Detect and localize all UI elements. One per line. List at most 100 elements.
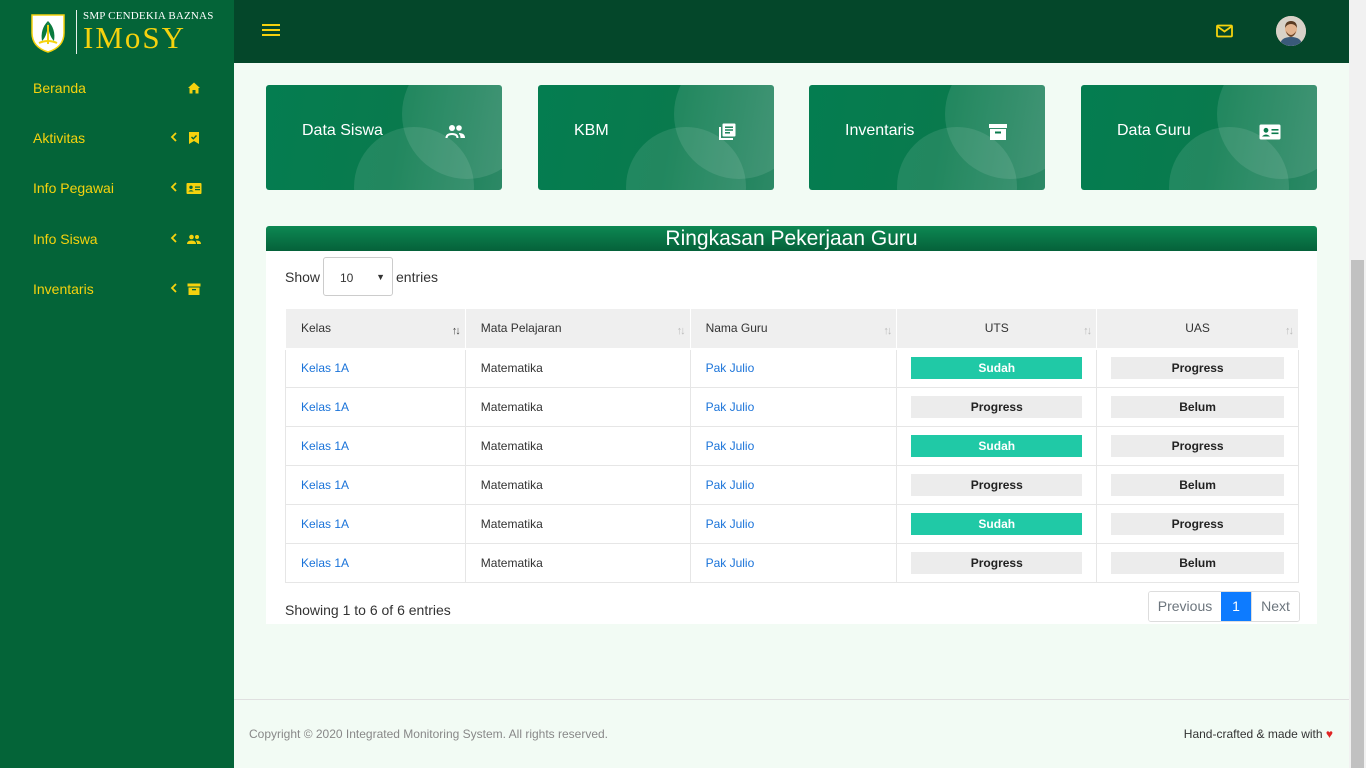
hamburger-menu-icon[interactable] xyxy=(262,24,280,38)
uas-status-badge: Belum xyxy=(1111,474,1284,496)
sort-icon: ↑↓ xyxy=(883,325,892,337)
sidebar-item-inventaris[interactable]: Inventaris xyxy=(0,274,234,304)
table-row: Kelas 1A Matematika Pak Julio Sudah Prog… xyxy=(285,426,1299,466)
home-icon xyxy=(186,80,202,96)
chevron-left-icon xyxy=(170,231,178,245)
uts-status-badge: Sudah xyxy=(911,357,1083,380)
mata-pelajaran-cell: Matematika xyxy=(464,387,691,427)
card-data-guru[interactable]: Data Guru xyxy=(1081,85,1317,190)
teacher-work-table: Kelas ↑↓ Mata Pelajaran ↑↓ Nama Guru ↑↓ UTS… xyxy=(285,308,1299,583)
uas-status-badge: Belum xyxy=(1111,396,1284,418)
column-header-kelas[interactable]: Kelas ↑↓ xyxy=(285,308,466,350)
card-title: KBM xyxy=(574,122,609,139)
next-page-button[interactable]: Next xyxy=(1251,592,1299,621)
app-name: IMoSY xyxy=(83,20,187,55)
sort-icon: ↑↓ xyxy=(1285,325,1294,337)
library-books-icon xyxy=(716,123,738,141)
archive-icon xyxy=(987,123,1009,141)
table-row: Kelas 1A Matematika Pak Julio Progress B… xyxy=(285,543,1299,583)
table-row: Kelas 1A Matematika Pak Julio Progress B… xyxy=(285,465,1299,505)
card-kbm[interactable]: KBM xyxy=(538,85,774,190)
column-header-mata-pelajaran[interactable]: Mata Pelajaran ↑↓ xyxy=(464,308,691,350)
sort-icon: ↑↓ xyxy=(676,325,686,337)
sidebar-item-label: Aktivitas xyxy=(33,130,86,146)
uts-status-badge: Sudah xyxy=(911,435,1083,457)
top-bar xyxy=(234,0,1349,63)
kelas-link[interactable]: Kelas 1A xyxy=(285,426,466,466)
sidebar-item-label: Info Pegawai xyxy=(33,180,114,196)
brand[interactable]: SMP CENDEKIA BAZNAS IMoSY xyxy=(0,0,234,63)
sidebar-item-info-pegawai[interactable]: Info Pegawai xyxy=(0,173,234,203)
user-avatar[interactable] xyxy=(1276,16,1306,46)
kelas-link[interactable]: Kelas 1A xyxy=(285,465,466,505)
uas-status-badge: Progress xyxy=(1111,435,1284,457)
panel-title: Ringkasan Pekerjaan Guru xyxy=(266,226,1317,251)
copyright-text: Copyright © 2020 Integrated Monitoring S… xyxy=(249,727,609,741)
people-icon xyxy=(186,231,202,247)
nama-guru-link[interactable]: Pak Julio xyxy=(689,426,898,466)
entries-label: entries xyxy=(396,269,439,285)
column-header-uts[interactable]: UTS ↑↓ xyxy=(896,308,1098,350)
sidebar-item-label: Beranda xyxy=(33,80,86,96)
mail-icon[interactable] xyxy=(1216,24,1233,38)
column-header-uas[interactable]: UAS ↑↓ xyxy=(1096,308,1299,350)
uts-status-badge: Progress xyxy=(911,396,1083,418)
mata-pelajaran-cell: Matematika xyxy=(464,543,691,583)
panel-body: Show 10 ▼ entries Kelas ↑↓ Mata Pelajaran… xyxy=(266,251,1317,624)
table-row: Kelas 1A Matematika Pak Julio Progress B… xyxy=(285,387,1299,427)
mata-pelajaran-cell: Matematika xyxy=(464,426,691,466)
sort-icon: ↑↓ xyxy=(1083,325,1092,337)
id-card-icon xyxy=(1259,123,1281,141)
chevron-left-icon xyxy=(170,281,178,295)
uts-status-badge: Progress xyxy=(911,552,1083,574)
nama-guru-link[interactable]: Pak Julio xyxy=(689,348,898,388)
show-label: Show xyxy=(285,269,321,285)
kelas-link[interactable]: Kelas 1A xyxy=(285,543,466,583)
dropdown-arrow-icon: ▼ xyxy=(376,272,385,282)
card-title: Data Siswa xyxy=(302,122,383,139)
school-logo-icon xyxy=(30,11,66,53)
sidebar-item-info-siswa[interactable]: Info Siswa xyxy=(0,224,234,254)
uas-status-badge: Progress xyxy=(1111,513,1284,535)
heart-icon: ♥ xyxy=(1325,727,1333,741)
card-inventaris[interactable]: Inventaris xyxy=(809,85,1045,190)
table-header-row: Kelas ↑↓ Mata Pelajaran ↑↓ Nama Guru ↑↓ UTS… xyxy=(285,308,1299,350)
card-title: Data Guru xyxy=(1117,122,1191,139)
scrollbar-thumb[interactable] xyxy=(1351,260,1364,768)
uts-status-badge: Progress xyxy=(911,474,1083,496)
sidebar-item-label: Info Siswa xyxy=(33,231,98,247)
pagination: Previous 1 Next xyxy=(1148,591,1300,622)
card-data-siswa[interactable]: Data Siswa xyxy=(266,85,502,190)
table-info: Showing 1 to 6 of 6 entries xyxy=(285,602,451,618)
nama-guru-link[interactable]: Pak Julio xyxy=(689,387,898,427)
brand-divider xyxy=(76,9,77,54)
mata-pelajaran-cell: Matematika xyxy=(464,348,691,388)
bookmark-check-icon xyxy=(186,130,202,146)
chevron-left-icon xyxy=(170,180,178,194)
nama-guru-link[interactable]: Pak Julio xyxy=(689,504,898,544)
previous-page-button[interactable]: Previous xyxy=(1149,592,1221,621)
kelas-link[interactable]: Kelas 1A xyxy=(285,387,466,427)
column-header-nama-guru[interactable]: Nama Guru ↑↓ xyxy=(689,308,898,350)
kelas-link[interactable]: Kelas 1A xyxy=(285,504,466,544)
sidebar: SMP CENDEKIA BAZNAS IMoSY Beranda Aktivi… xyxy=(0,0,234,768)
sort-icon: ↑↓ xyxy=(451,325,461,337)
page-size-select[interactable]: 10 ▼ xyxy=(323,257,393,296)
mata-pelajaran-cell: Matematika xyxy=(464,504,691,544)
made-with-text: Hand-crafted & made with ♥ xyxy=(1183,727,1333,741)
nama-guru-link[interactable]: Pak Julio xyxy=(689,543,898,583)
kelas-link[interactable]: Kelas 1A xyxy=(285,348,466,388)
uas-status-badge: Belum xyxy=(1111,552,1284,574)
id-card-icon xyxy=(186,180,202,196)
nama-guru-link[interactable]: Pak Julio xyxy=(689,465,898,505)
page-1-button[interactable]: 1 xyxy=(1221,592,1251,621)
sidebar-item-beranda[interactable]: Beranda xyxy=(0,73,234,103)
table-row: Kelas 1A Matematika Pak Julio Sudah Prog… xyxy=(285,348,1299,388)
sidebar-item-label: Inventaris xyxy=(33,281,94,297)
sidebar-item-aktivitas[interactable]: Aktivitas xyxy=(0,123,234,153)
card-title: Inventaris xyxy=(845,122,915,139)
table-row: Kelas 1A Matematika Pak Julio Sudah Prog… xyxy=(285,504,1299,544)
footer: Copyright © 2020 Integrated Monitoring S… xyxy=(234,699,1349,768)
uts-status-badge: Sudah xyxy=(911,513,1083,535)
uas-status-badge: Progress xyxy=(1111,357,1284,380)
